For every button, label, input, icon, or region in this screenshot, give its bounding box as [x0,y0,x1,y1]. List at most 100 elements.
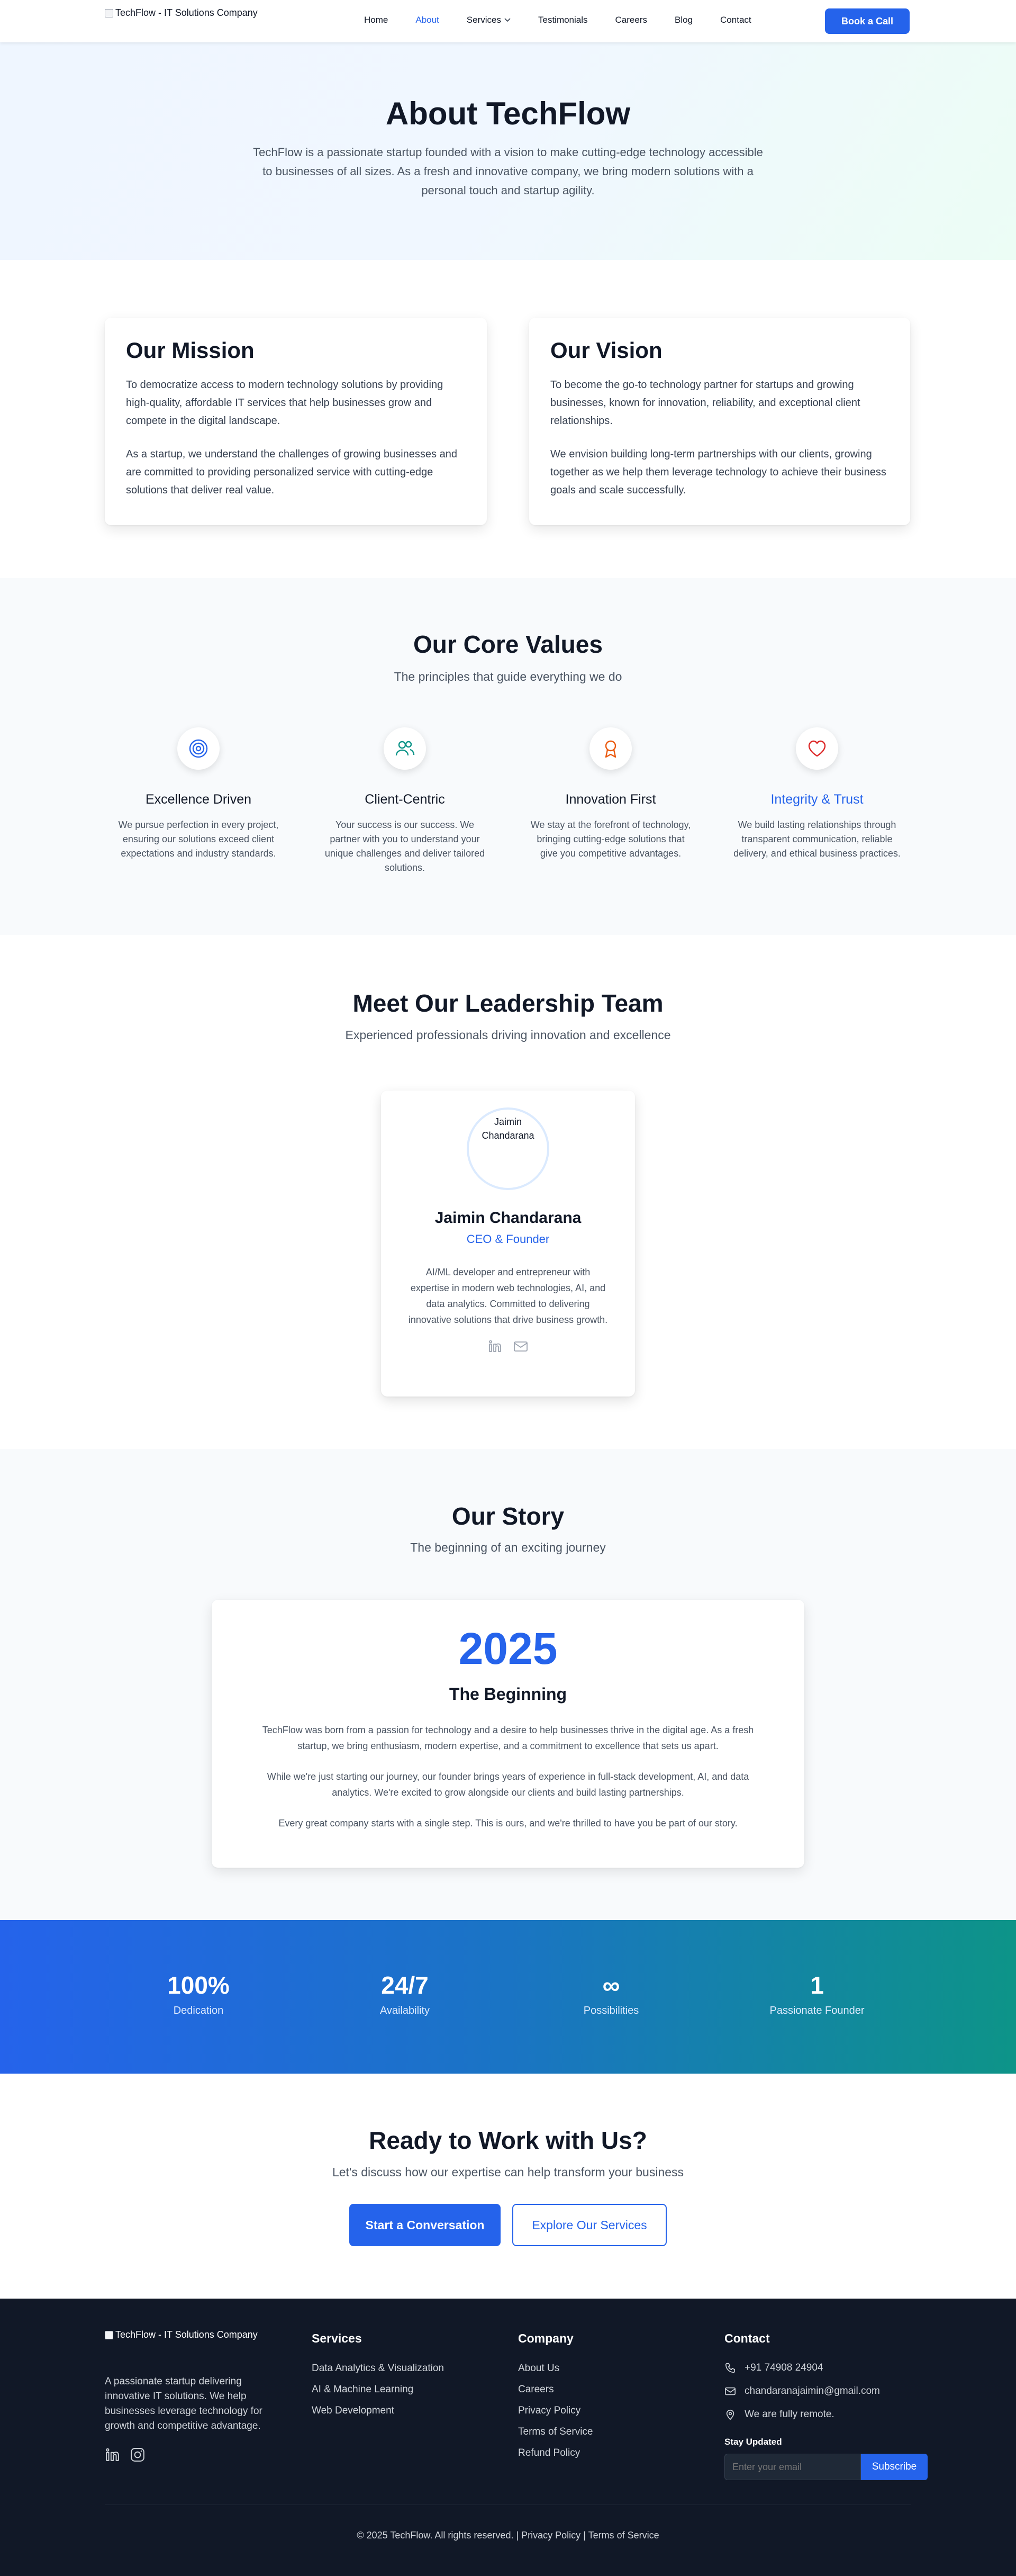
values-subtitle: The principles that guide everything we … [394,670,622,683]
users-icon [395,741,415,756]
footer-link[interactable]: AI & Machine Learning [312,2383,481,2397]
mission-text-1: To democratize access to modern technolo… [126,379,443,427]
mission-text-2: As a startup, we understand the challeng… [126,448,457,496]
chevron-down-icon [504,18,511,22]
value-card: Client-Centric Your success is our succe… [315,727,495,875]
footer-link[interactable]: Terms of Service [518,2425,687,2439]
value-text: Your success is our success. We partner … [324,819,485,873]
footer-logo[interactable]: TechFlow - IT Solutions Company [105,2329,279,2340]
stat-value: 24/7 [381,1971,429,1999]
story-text-3: Every great company starts with a single… [278,1818,738,1829]
hero-text: TechFlow is a passionate startup founded… [253,146,763,197]
privacy-link[interactable]: Privacy Policy [521,2530,580,2541]
linkedin-icon [106,2448,119,2461]
newsletter-title: Stay Updated [724,2437,782,2447]
separator: | [516,2530,522,2541]
nav-about[interactable]: About [415,15,439,25]
stat-item: ∞ Possibilities [527,1971,696,2017]
value-title: Client-Centric [365,792,445,807]
footer-link[interactable]: Careers [518,2383,687,2397]
avatar: Jaimin Chandarana [467,1107,549,1190]
stat-value: 1 [810,1971,824,1999]
stat-value: 100% [167,1971,230,1999]
value-card: Integrity & Trust We build lasting relat… [727,727,907,861]
value-icon-wrap [589,727,632,770]
nav-testimonials[interactable]: Testimonials [538,15,588,25]
footer-contact-title: Contact [724,2331,770,2345]
nav-services[interactable]: Services [467,15,511,25]
story-card: 2025 The Beginning TechFlow was born fro… [212,1600,804,1868]
vision-title: Our Vision [550,338,663,363]
footer-company: Company About Us Careers Privacy Policy … [518,2331,687,2467]
award-icon [605,740,616,758]
logo[interactable]: TechFlow - IT Solutions Company [105,7,258,19]
vision-card: Our Vision To become the go-to technolog… [529,318,910,525]
linkedin-link[interactable] [488,1339,502,1356]
email-link[interactable] [513,1339,528,1356]
footer-link[interactable]: Privacy Policy [518,2404,687,2418]
footer-instagram-link[interactable] [130,2447,145,2465]
contact-phone: +91 74908 24904 [724,2361,936,2375]
member-bio: AI/ML developer and entrepreneur with ex… [408,1267,608,1325]
footer-linkedin-link[interactable] [105,2447,120,2465]
value-title: Excellence Driven [145,792,252,807]
story-title: Our Story [451,1502,565,1530]
copyright-text: © 2025 TechFlow. All rights reserved. [357,2530,514,2541]
nav-contact[interactable]: Contact [720,15,751,25]
hero-section: About TechFlow TechFlow is a passionate … [0,42,1016,260]
team-member-card: Jaimin Chandarana Jaimin Chandarana CEO … [381,1091,635,1397]
broken-image-icon [105,8,113,17]
value-icon-wrap [384,727,426,770]
story-text-1: TechFlow was born from a passion for tec… [262,1725,754,1751]
stat-label: Possibilities [583,2005,639,2016]
member-role: CEO & Founder [466,1232,550,1246]
nav-careers[interactable]: Careers [615,15,647,25]
stat-item: 1 Passionate Founder [732,1971,902,2017]
value-title: Integrity & Trust [770,792,864,807]
terms-link[interactable]: Terms of Service [588,2530,659,2541]
cta-subtitle: Let's discuss how our expertise can help… [332,2165,684,2179]
contact-email-text[interactable]: chandaranajaimin@gmail.com [745,2384,880,2399]
footer-logo-alt-text: TechFlow - IT Solutions Company [115,2329,258,2340]
mail-icon [514,1341,528,1352]
nav-blog[interactable]: Blog [675,15,693,25]
newsletter-email-input[interactable] [724,2454,861,2480]
logo-alt-text: TechFlow - IT Solutions Company [115,7,258,18]
value-card: Excellence Driven We pursue perfection i… [108,727,288,861]
footer-company-title: Company [518,2331,574,2345]
subscribe-button[interactable]: Subscribe [861,2454,928,2480]
footer-services: Services Data Analytics & Visualization … [312,2331,481,2425]
footer-link[interactable]: Data Analytics & Visualization [312,2362,481,2375]
start-conversation-button[interactable]: Start a Conversation [349,2204,501,2246]
footer-bottom: © 2025 TechFlow. All rights reserved. | … [0,2530,1016,2541]
main-nav: Home About Services Testimonials Careers… [364,15,751,25]
stat-label: Passionate Founder [769,2005,865,2016]
explore-services-button[interactable]: Explore Our Services [512,2204,667,2246]
contact-phone-text[interactable]: +91 74908 24904 [745,2361,823,2375]
contact-location: We are fully remote. [724,2407,936,2422]
footer-brand: TechFlow - IT Solutions Company A passio… [105,2329,279,2465]
story-subtitle: The beginning of an exciting journey [410,1541,606,1554]
values-title: Our Core Values [413,631,603,658]
story-year: 2025 [458,1624,558,1673]
stats-section: 100% Dedication 24/7 Availability ∞ Poss… [0,1920,1016,2074]
vision-text-1: To become the go-to technology partner f… [550,379,860,427]
footer-link[interactable]: About Us [518,2362,687,2375]
nav-services-label: Services [466,15,501,25]
instagram-icon [131,2448,144,2462]
team-title: Meet Our Leadership Team [352,989,664,1017]
mission-card: Our Mission To democratize access to mod… [105,318,487,525]
value-icon-wrap [177,727,220,770]
value-text: We pursue perfection in every project, e… [118,819,279,859]
linkedin-icon [489,1340,501,1352]
story-heading: The Beginning [449,1685,567,1704]
stat-item: 100% Dedication [114,1971,283,2017]
value-text: We stay at the forefront of technology, … [530,819,691,859]
book-call-button[interactable]: Book a Call [825,8,910,34]
footer-company-list: About Us Careers Privacy Policy Terms of… [518,2362,687,2460]
footer-link[interactable]: Web Development [312,2404,481,2418]
stat-label: Availability [379,2005,430,2016]
footer-link[interactable]: Refund Policy [518,2446,687,2460]
nav-home[interactable]: Home [364,15,388,25]
footer-services-title: Services [312,2331,362,2345]
